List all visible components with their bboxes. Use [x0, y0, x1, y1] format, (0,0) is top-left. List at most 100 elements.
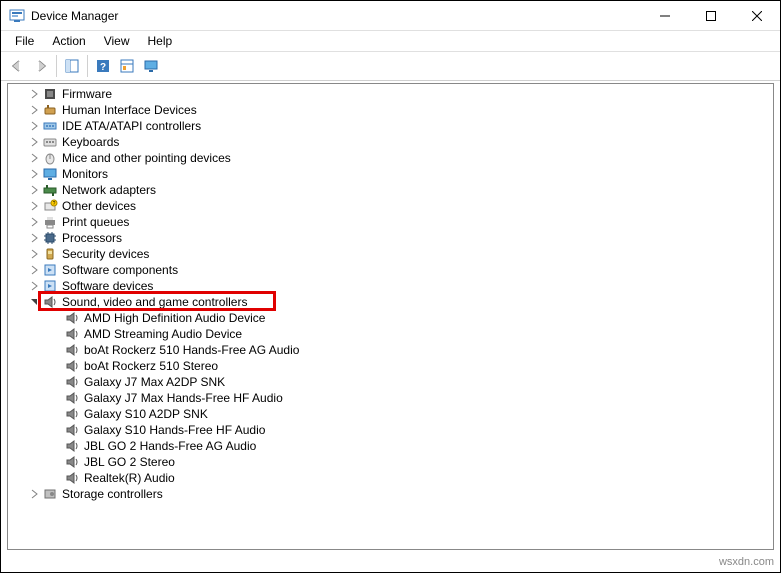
maximize-button[interactable] — [688, 1, 734, 31]
monitor-icon[interactable] — [139, 54, 163, 78]
category-label: Network adapters — [62, 182, 156, 198]
sound-icon — [64, 326, 80, 342]
device-label: AMD High Definition Audio Device — [84, 310, 265, 326]
tree-category-row[interactable]: Processors — [8, 230, 773, 246]
expand-toggle[interactable] — [28, 280, 40, 292]
expand-toggle[interactable] — [28, 152, 40, 164]
tree-category-row[interactable]: Software components — [8, 262, 773, 278]
tree-category-row[interactable]: Sound, video and game controllers — [8, 294, 773, 310]
expand-toggle[interactable] — [28, 488, 40, 500]
category-label: Print queues — [62, 214, 129, 230]
tree-device-row[interactable]: Galaxy S10 Hands-Free HF Audio — [8, 422, 773, 438]
category-label: IDE ATA/ATAPI controllers — [62, 118, 201, 134]
tree-category-row[interactable]: Print queues — [8, 214, 773, 230]
expand-toggle[interactable] — [28, 168, 40, 180]
device-label: Galaxy J7 Max A2DP SNK — [84, 374, 225, 390]
sound-icon — [64, 422, 80, 438]
software-icon — [42, 278, 58, 294]
category-label: Storage controllers — [62, 486, 163, 502]
tree-device-row[interactable]: AMD High Definition Audio Device — [8, 310, 773, 326]
device-label: boAt Rockerz 510 Hands-Free AG Audio — [84, 342, 299, 358]
forward-button[interactable] — [29, 54, 53, 78]
category-label: Software components — [62, 262, 178, 278]
tree-device-row[interactable]: boAt Rockerz 510 Stereo — [8, 358, 773, 374]
back-button[interactable] — [5, 54, 29, 78]
network-icon — [42, 182, 58, 198]
device-tree-container: FirmwareHuman Interface DevicesIDE ATA/A… — [7, 83, 774, 550]
expand-toggle[interactable] — [28, 232, 40, 244]
close-button[interactable] — [734, 1, 780, 31]
ide-icon — [42, 118, 58, 134]
expand-toggle[interactable] — [28, 264, 40, 276]
menubar: File Action View Help — [1, 31, 780, 51]
category-label: Monitors — [62, 166, 108, 182]
sound-icon — [64, 470, 80, 486]
tree-category-row[interactable]: Storage controllers — [8, 486, 773, 502]
expand-toggle[interactable] — [28, 88, 40, 100]
sound-icon — [42, 294, 58, 310]
cpu-icon — [42, 230, 58, 246]
security-icon — [42, 246, 58, 262]
category-label: Firmware — [62, 86, 112, 102]
printer-icon — [42, 214, 58, 230]
expand-toggle[interactable] — [28, 136, 40, 148]
device-label: Realtek(R) Audio — [84, 470, 175, 486]
other-icon: ? — [42, 198, 58, 214]
menu-view[interactable]: View — [96, 32, 138, 50]
tree-category-row[interactable]: Monitors — [8, 166, 773, 182]
expand-toggle[interactable] — [28, 248, 40, 260]
tree-category-row[interactable]: Network adapters — [8, 182, 773, 198]
tree-device-row[interactable]: boAt Rockerz 510 Hands-Free AG Audio — [8, 342, 773, 358]
expand-toggle[interactable] — [28, 104, 40, 116]
category-label: Keyboards — [62, 134, 119, 150]
category-label: Other devices — [62, 198, 136, 214]
tree-category-row[interactable]: ? Other devices — [8, 198, 773, 214]
minimize-button[interactable] — [642, 1, 688, 31]
sound-icon — [64, 454, 80, 470]
menu-action[interactable]: Action — [44, 32, 93, 50]
tree-device-row[interactable]: Galaxy J7 Max Hands-Free HF Audio — [8, 390, 773, 406]
sound-icon — [64, 390, 80, 406]
tree-category-row[interactable]: Mice and other pointing devices — [8, 150, 773, 166]
device-label: Galaxy S10 A2DP SNK — [84, 406, 208, 422]
tree-category-row[interactable]: Human Interface Devices — [8, 102, 773, 118]
svg-text:?: ? — [53, 201, 56, 207]
tree-category-row[interactable]: Security devices — [8, 246, 773, 262]
category-label: Software devices — [62, 278, 153, 294]
tree-device-row[interactable]: Galaxy S10 A2DP SNK — [8, 406, 773, 422]
tree-device-row[interactable]: AMD Streaming Audio Device — [8, 326, 773, 342]
tree-category-row[interactable]: Keyboards — [8, 134, 773, 150]
tree-category-row[interactable]: IDE ATA/ATAPI controllers — [8, 118, 773, 134]
expand-toggle[interactable] — [28, 216, 40, 228]
hid-icon — [42, 102, 58, 118]
device-label: JBL GO 2 Stereo — [84, 454, 175, 470]
scan-hardware-button[interactable] — [115, 54, 139, 78]
svg-text:?: ? — [100, 62, 106, 73]
category-label: Sound, video and game controllers — [62, 294, 247, 310]
monitor-icon — [42, 166, 58, 182]
tree-device-row[interactable]: JBL GO 2 Stereo — [8, 454, 773, 470]
toolbar-separator — [87, 55, 88, 77]
expand-toggle[interactable] — [28, 296, 40, 308]
expand-toggle[interactable] — [28, 184, 40, 196]
device-tree[interactable]: FirmwareHuman Interface DevicesIDE ATA/A… — [8, 84, 773, 549]
help-button[interactable]: ? — [91, 54, 115, 78]
tree-device-row[interactable]: JBL GO 2 Hands-Free AG Audio — [8, 438, 773, 454]
menu-file[interactable]: File — [7, 32, 42, 50]
expand-toggle[interactable] — [28, 120, 40, 132]
category-label: Human Interface Devices — [62, 102, 197, 118]
sound-icon — [64, 438, 80, 454]
tree-device-row[interactable]: Realtek(R) Audio — [8, 470, 773, 486]
tree-category-row[interactable]: Software devices — [8, 278, 773, 294]
category-label: Security devices — [62, 246, 149, 262]
menu-help[interactable]: Help — [140, 32, 181, 50]
tree-category-row[interactable]: Firmware — [8, 86, 773, 102]
show-hide-tree-button[interactable] — [60, 54, 84, 78]
keyboard-icon — [42, 134, 58, 150]
sound-icon — [64, 310, 80, 326]
expand-toggle[interactable] — [28, 200, 40, 212]
tree-device-row[interactable]: Galaxy J7 Max A2DP SNK — [8, 374, 773, 390]
device-label: Galaxy S10 Hands-Free HF Audio — [84, 422, 265, 438]
software-icon — [42, 262, 58, 278]
toolbar: ? — [1, 51, 780, 81]
